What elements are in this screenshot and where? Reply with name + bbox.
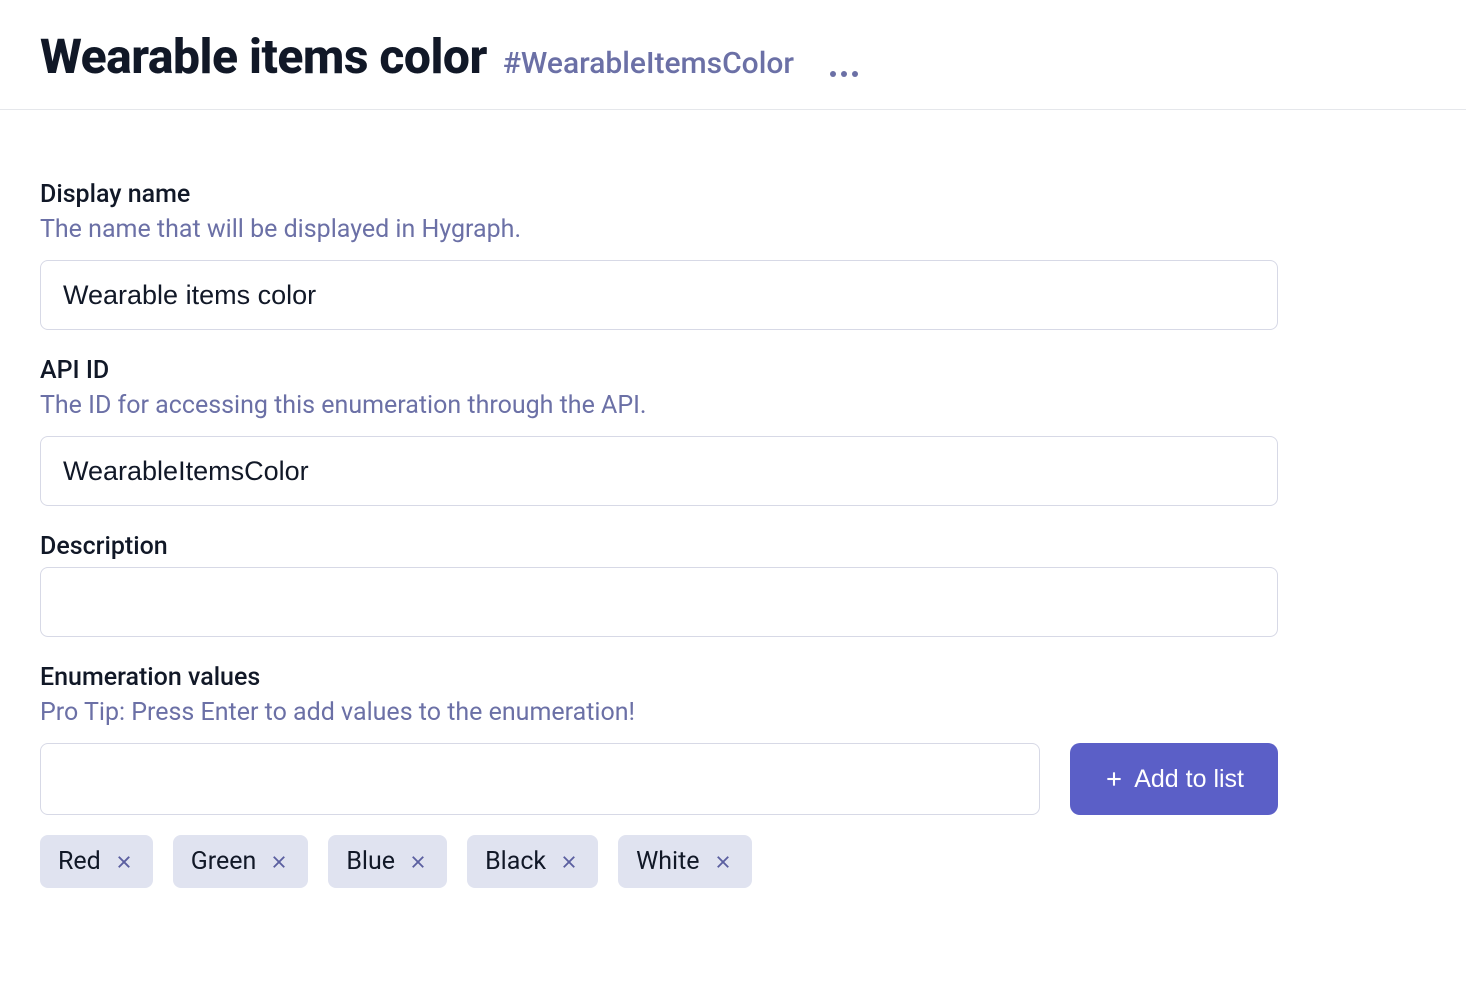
enumeration-values-label: Enumeration values: [40, 663, 1426, 692]
enumeration-values-field: Enumeration values Pro Tip: Press Enter …: [40, 663, 1426, 888]
enum-chip-remove-button[interactable]: [113, 851, 135, 873]
page-title: Wearable items color: [40, 28, 487, 85]
display-name-input[interactable]: [40, 260, 1278, 330]
enum-chip-remove-button[interactable]: [407, 851, 429, 873]
enum-chip-label: Red: [58, 847, 101, 876]
enum-chips-container: Red Green Blue Black White: [40, 835, 1278, 888]
more-dots-icon: [830, 71, 836, 77]
enum-chip-label: Blue: [346, 847, 395, 876]
enum-chip: Red: [40, 835, 153, 888]
description-input[interactable]: [40, 567, 1278, 637]
close-icon: [560, 853, 578, 871]
page-hash-id: #WearableItemsColor: [503, 46, 794, 81]
api-id-label: API ID: [40, 356, 1426, 385]
display-name-field: Display name The name that will be displ…: [40, 180, 1426, 330]
more-actions-button[interactable]: [822, 63, 866, 85]
enum-chip: Black: [467, 835, 598, 888]
api-id-field: API ID The ID for accessing this enumera…: [40, 356, 1426, 506]
enum-chip-remove-button[interactable]: [712, 851, 734, 873]
enum-chip: White: [618, 835, 751, 888]
enum-chip-remove-button[interactable]: [558, 851, 580, 873]
api-id-help: The ID for accessing this enumeration th…: [40, 391, 1426, 420]
display-name-label: Display name: [40, 180, 1426, 209]
enum-chip: Green: [173, 835, 309, 888]
api-id-input[interactable]: [40, 436, 1278, 506]
page-header: Wearable items color #WearableItemsColor: [0, 0, 1466, 110]
enumeration-value-input[interactable]: [40, 743, 1040, 815]
form-content: Display name The name that will be displ…: [0, 110, 1466, 954]
close-icon: [714, 853, 732, 871]
close-icon: [409, 853, 427, 871]
enum-chip: Blue: [328, 835, 447, 888]
close-icon: [270, 853, 288, 871]
enum-chip-label: Black: [485, 847, 546, 876]
add-to-list-button[interactable]: Add to list: [1070, 743, 1278, 815]
enum-chip-label: White: [636, 847, 699, 876]
enumeration-values-help: Pro Tip: Press Enter to add values to th…: [40, 698, 1426, 727]
enum-chip-remove-button[interactable]: [268, 851, 290, 873]
add-to-list-label: Add to list: [1134, 765, 1244, 794]
close-icon: [115, 853, 133, 871]
display-name-help: The name that will be displayed in Hygra…: [40, 215, 1426, 244]
enum-chip-label: Green: [191, 847, 257, 876]
description-label: Description: [40, 532, 1426, 561]
description-field: Description: [40, 532, 1426, 637]
plus-icon: [1104, 769, 1124, 789]
